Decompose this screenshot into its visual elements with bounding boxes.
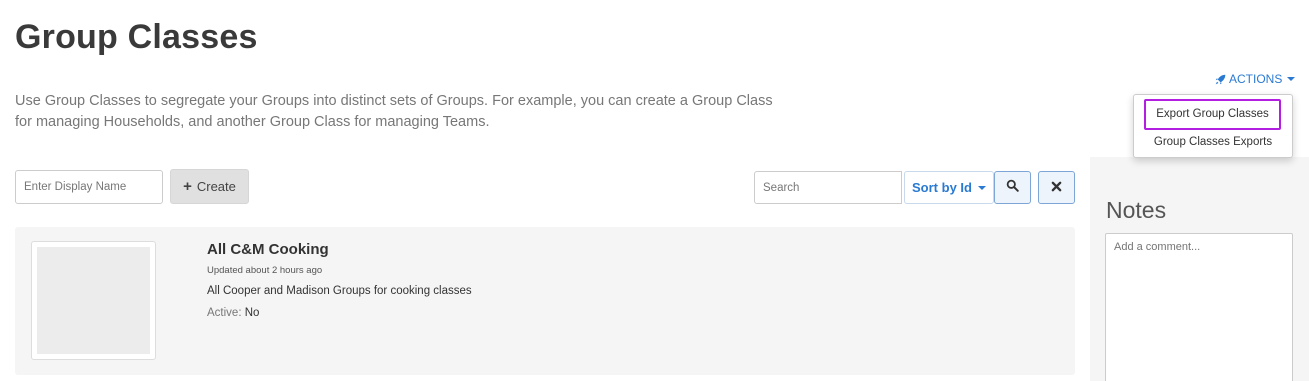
sort-label: Sort by Id	[912, 180, 972, 195]
menu-item-group-classes-exports[interactable]: Group Classes Exports	[1134, 134, 1292, 150]
search-icon	[1006, 179, 1019, 197]
active-value: No	[244, 307, 260, 319]
create-button[interactable]: + Create	[170, 169, 249, 204]
group-class-thumbnail	[31, 241, 156, 360]
group-class-updated: Updated about 2 hours ago	[207, 265, 323, 276]
menu-item-export-group-classes[interactable]: Export Group Classes	[1144, 99, 1281, 130]
search-button[interactable]	[994, 171, 1031, 204]
close-icon	[1051, 179, 1062, 197]
chevron-down-icon	[977, 185, 986, 190]
sort-dropdown-button[interactable]: Sort by Id	[904, 171, 994, 204]
thumbnail-placeholder	[37, 247, 150, 354]
search-input[interactable]	[754, 171, 902, 204]
page-title: Group Classes	[15, 18, 258, 56]
create-button-label: Create	[196, 179, 236, 194]
notes-panel: Notes	[1090, 157, 1309, 381]
group-class-description: All Cooper and Madison Groups for cookin…	[207, 285, 472, 297]
actions-menu: Export Group Classes Group Classes Expor…	[1133, 94, 1293, 158]
rocket-icon	[1215, 74, 1226, 85]
notes-title: Notes	[1106, 197, 1167, 223]
notes-comment-input[interactable]	[1105, 233, 1293, 381]
group-class-name[interactable]: All C&M Cooking	[207, 241, 329, 258]
clear-search-button[interactable]	[1038, 171, 1075, 204]
group-class-card[interactable]: All C&M Cooking Updated about 2 hours ag…	[15, 227, 1075, 375]
group-class-active-status: Active: No	[207, 307, 259, 319]
plus-icon: +	[183, 178, 192, 195]
chevron-down-icon	[1287, 77, 1296, 81]
actions-label: ACTIONS	[1229, 72, 1283, 86]
display-name-input[interactable]	[15, 170, 163, 204]
actions-dropdown-toggle[interactable]: ACTIONS	[1215, 72, 1296, 86]
page-description: Use Group Classes to segregate your Grou…	[15, 93, 773, 130]
active-label: Active:	[207, 307, 242, 319]
